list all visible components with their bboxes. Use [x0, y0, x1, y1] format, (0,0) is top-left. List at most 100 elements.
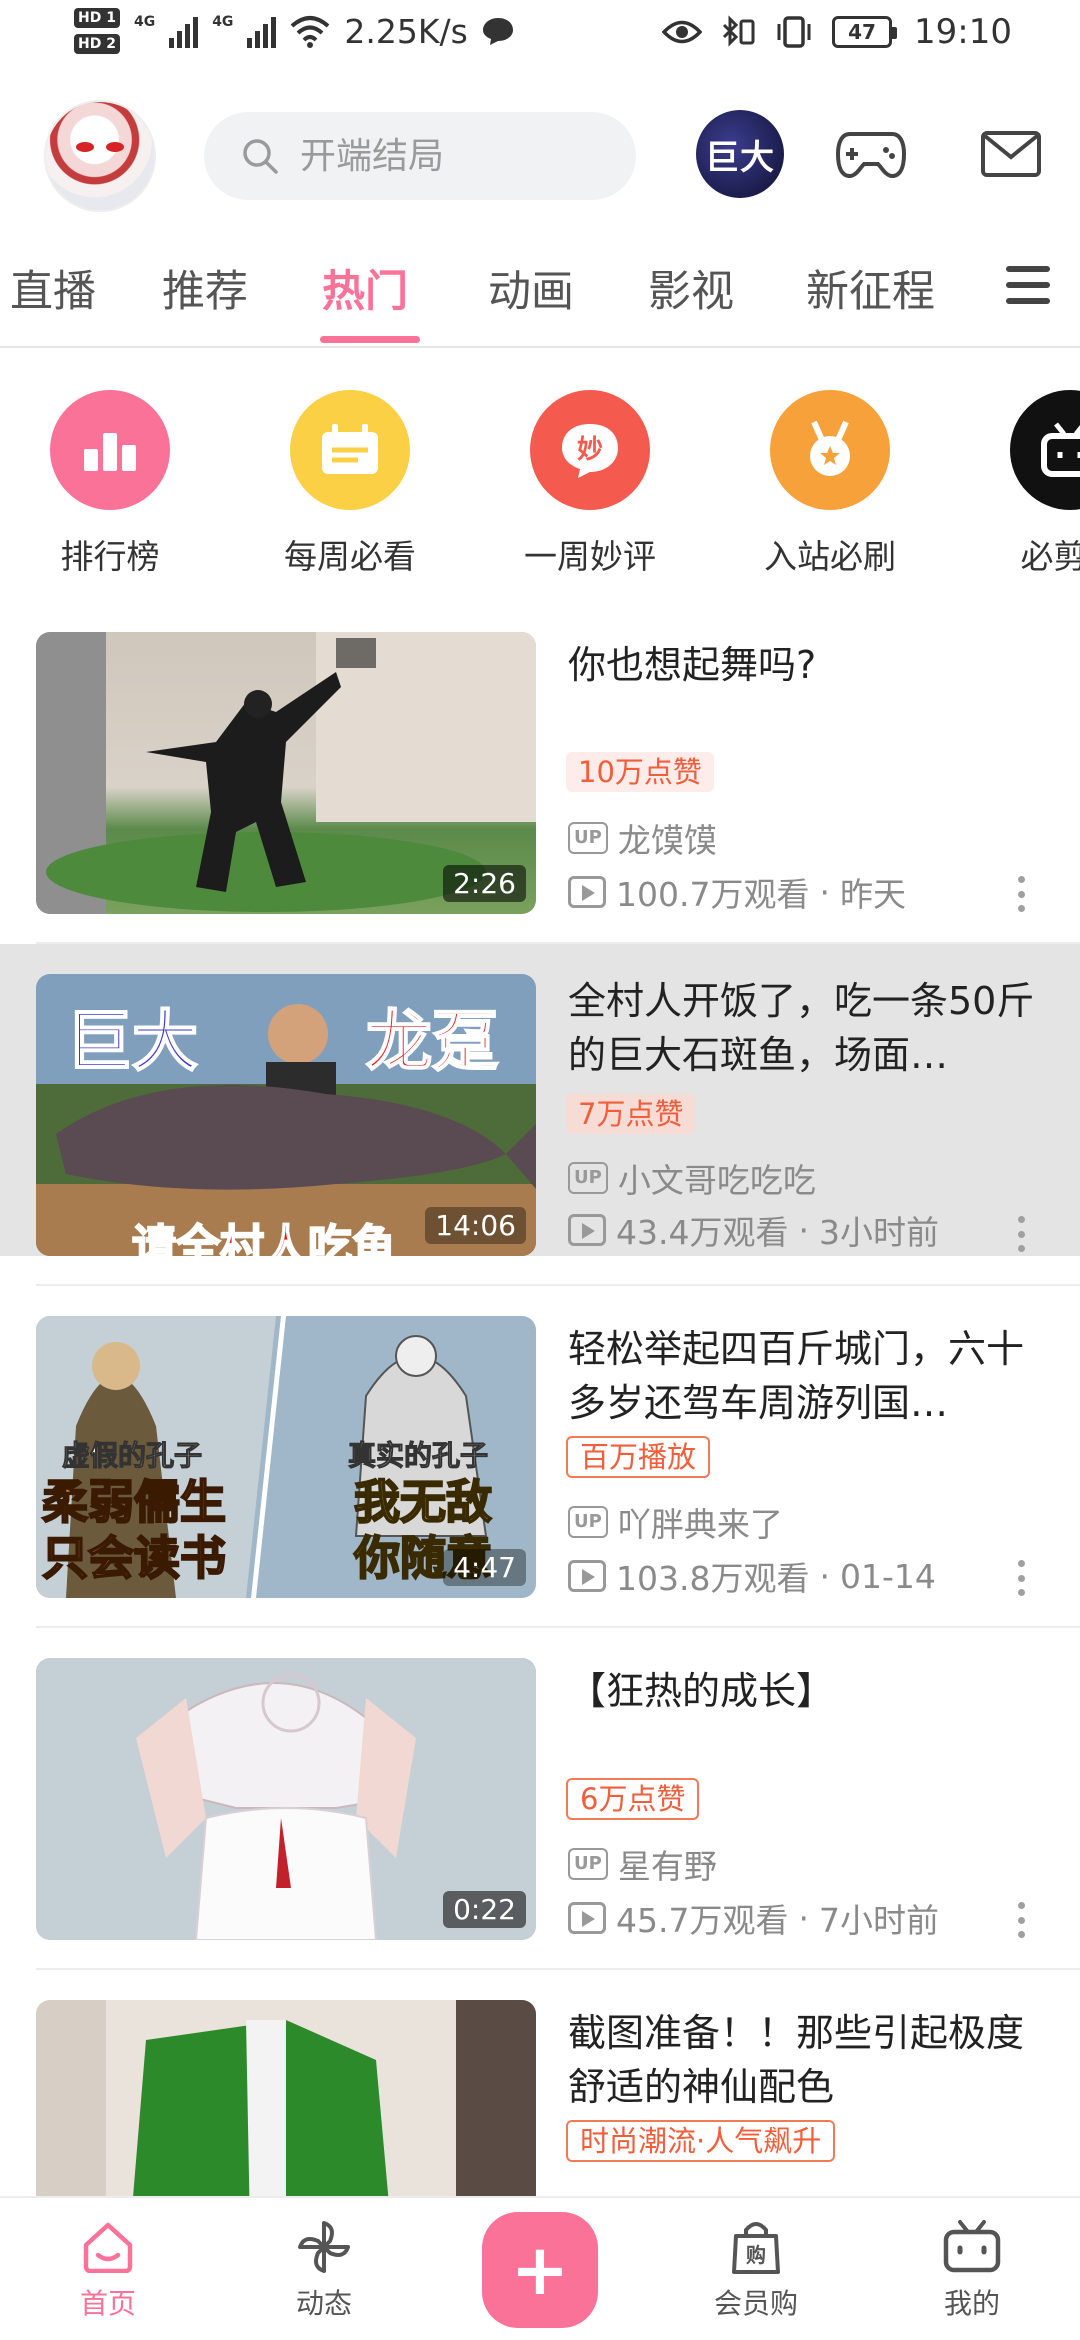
search-input[interactable]: [298, 134, 618, 178]
quick-review[interactable]: 妙 一周妙评: [470, 390, 710, 578]
menu-icon[interactable]: [1006, 266, 1050, 310]
nav-mine[interactable]: 我的: [902, 2212, 1042, 2322]
video-duration: 2:26: [443, 865, 526, 902]
ranking-icon: [50, 390, 170, 510]
video-title[interactable]: 【狂热的成长】: [568, 1664, 1048, 1718]
publish-time: 7小时前: [818, 1901, 939, 1940]
pinwheel-icon: [254, 2212, 394, 2282]
video-thumbnail[interactable]: 巨大 龙趸 请全村人吃鱼 14:06: [36, 974, 536, 1256]
avatar[interactable]: [44, 100, 156, 212]
mail-icon: [981, 131, 1041, 177]
video-thumbnail[interactable]: 2:26: [36, 632, 536, 914]
search-icon: [243, 139, 278, 174]
video-thumbnail[interactable]: [36, 2000, 536, 2196]
messages-button[interactable]: [976, 122, 1046, 186]
quick-ranking[interactable]: 排行榜: [0, 390, 230, 578]
video-title[interactable]: 轻松举起四百斤城门，六十多岁还驾车周游列国…: [568, 1322, 1048, 1430]
play-count-icon: [568, 1214, 606, 1246]
home-icon: [38, 2212, 178, 2282]
video-card[interactable]: 虚假的孔子 柔弱儒生 只会读书 真实的孔子 我无敌 你随意 4:47 轻松举起四…: [0, 1316, 1080, 1656]
video-card[interactable]: 0:22 【狂热的成长】 6万点赞 UP 星有野 45.7万观看 · 7小时前: [0, 1658, 1080, 1998]
fashion-thumbnail-art: [36, 2000, 536, 2196]
thumb-caption: 龙趸: [365, 1002, 499, 1081]
bilibili-icon: [1010, 390, 1080, 510]
clock: 19:10: [914, 12, 1012, 52]
video-title[interactable]: 你也想起舞吗?: [568, 638, 1048, 692]
play-count-icon: [568, 876, 606, 908]
video-title[interactable]: 截图准备！！那些引起极度舒适的神仙配色: [568, 2006, 1048, 2114]
tab-recommend[interactable]: 推荐: [162, 252, 248, 348]
uploader-row[interactable]: UP 龙馍馍: [568, 814, 717, 862]
quick-must-see[interactable]: 入站必刷: [710, 390, 950, 578]
thumb-caption: 巨大: [65, 1002, 199, 1081]
game-controller-icon: [836, 132, 906, 179]
view-count: 45.7万观看: [616, 1901, 789, 1940]
svg-text:购: 购: [746, 2243, 766, 2267]
publish-time: 3小时前: [818, 1213, 939, 1252]
more-options-icon[interactable]: [1018, 1902, 1026, 1938]
thumb-caption: 请全村人吃鱼: [131, 1220, 397, 1256]
battery-icon: 47: [832, 16, 898, 48]
video-thumbnail[interactable]: 0:22: [36, 1658, 536, 1940]
network-speed: 2.25K/s: [344, 11, 468, 51]
svg-text:妙: 妙: [577, 435, 603, 465]
quick-weekly[interactable]: 每周必看: [230, 390, 470, 578]
status-left: HD 1 HD 2 4G 4G 2.25K/s: [74, 8, 514, 54]
video-card[interactable]: 截图准备！！那些引起极度舒适的神仙配色 时尚潮流·人气飙升: [0, 2000, 1080, 2196]
bluetooth-vibrate-icon: [722, 15, 755, 47]
up-icon: UP: [568, 822, 608, 854]
publish-time: 昨天: [839, 875, 906, 914]
video-tag: 百万播放: [566, 1436, 711, 1478]
nav-label: 动态: [295, 2287, 352, 2320]
video-duration: 14:06: [425, 1207, 526, 1244]
hd2-badge: HD 2: [74, 34, 120, 54]
medal-icon: [770, 390, 890, 510]
status-bar: HD 1 HD 2 4G 4G 2.25K/s 47 19:10: [0, 0, 1080, 78]
tab-hot[interactable]: 热门: [322, 252, 408, 348]
tab-live[interactable]: 直播: [10, 252, 96, 348]
stats-row: 100.7万观看 · 昨天: [568, 868, 906, 916]
play-count-icon: [568, 1560, 606, 1592]
create-plus-button[interactable]: +: [482, 2212, 598, 2328]
tab-new-journey[interactable]: 新征程: [806, 252, 935, 348]
more-options-icon[interactable]: [1018, 1216, 1026, 1252]
video-card[interactable]: 巨大 龙趸 请全村人吃鱼 14:06 全村人开饭了，吃一条50斤的巨大石斑鱼，场…: [0, 944, 1080, 1256]
thumb-caption: 只会读书: [41, 1530, 227, 1586]
uploader-name: 星有野: [617, 1847, 717, 1886]
quick-bijian[interactable]: 必剪拐: [950, 390, 1080, 578]
nav-dynamic[interactable]: 动态: [254, 2212, 394, 2322]
quick-entries: 排行榜 每周必看 妙 一周妙评 入站必刷 必剪拐: [0, 390, 1080, 580]
status-right: 47 19:10: [662, 12, 1012, 52]
more-options-icon[interactable]: [1018, 876, 1026, 912]
nav-label: 首页: [79, 2287, 136, 2320]
dot-separator: ·: [819, 1556, 830, 1596]
game-center-button[interactable]: [836, 122, 906, 186]
signal-1-icon: [169, 14, 199, 48]
uploader-row[interactable]: UP 吖胖典来了: [568, 1498, 783, 1546]
tab-anime[interactable]: 动画: [488, 252, 574, 348]
video-thumbnail[interactable]: 虚假的孔子 柔弱儒生 只会读书 真实的孔子 我无敌 你随意 4:47: [36, 1316, 536, 1598]
search-bar[interactable]: [204, 112, 636, 200]
message-bubble-icon: [482, 18, 513, 45]
wifi-icon: [291, 16, 330, 48]
top-header: 巨大: [0, 96, 1080, 216]
nav-home[interactable]: 首页: [38, 2212, 178, 2322]
video-title[interactable]: 全村人开饭了，吃一条50斤的巨大石斑鱼，场面…: [568, 974, 1048, 1082]
quick-label: 排行榜: [60, 537, 160, 576]
eye-icon: [662, 20, 703, 44]
video-card[interactable]: 2:26 你也想起舞吗? 10万点赞 UP 龙馍馍 100.7万观看 · 昨天: [0, 632, 1080, 972]
uploader-row[interactable]: UP 小文哥吃吃吃: [568, 1154, 816, 1202]
tv-icon: [902, 2212, 1042, 2282]
video-duration: 0:22: [443, 1891, 526, 1928]
tab-film[interactable]: 影视: [648, 252, 734, 348]
nav-mall[interactable]: 购 会员购: [686, 2212, 826, 2322]
video-tag: 6万点赞: [566, 1778, 700, 1820]
quick-label: 必剪拐: [1020, 537, 1080, 576]
video-tag: 10万点赞: [566, 752, 714, 792]
view-count: 43.4万观看: [616, 1213, 789, 1252]
uploader-name: 龙馍馍: [617, 821, 717, 860]
card-separator: [36, 1968, 1080, 1970]
more-options-icon[interactable]: [1018, 1560, 1026, 1596]
uploader-row[interactable]: UP 星有野: [568, 1840, 717, 1888]
promo-badge[interactable]: 巨大: [696, 110, 784, 198]
